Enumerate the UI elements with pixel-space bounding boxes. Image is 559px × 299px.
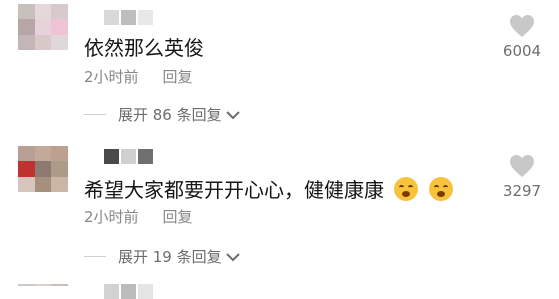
username-pixel <box>104 10 119 25</box>
username-blurred[interactable] <box>104 10 153 25</box>
avatar-pixel <box>51 176 68 192</box>
expand-replies[interactable]: 展开 86 条回复 <box>84 104 240 125</box>
expand-replies-button[interactable]: 展开 86 条回复 <box>118 104 240 125</box>
username-pixel <box>121 10 136 25</box>
avatar-pixel <box>18 146 35 162</box>
comment-time: 2小时前 <box>84 68 139 86</box>
avatar-pixel <box>34 146 52 162</box>
like-count: 3297 <box>502 182 542 200</box>
chevron-down-icon <box>225 110 240 119</box>
comment-meta: 2小时前 回复 <box>84 66 193 87</box>
avatar-pixel <box>18 176 35 192</box>
expand-replies-label: 展开 86 条回复 <box>118 106 222 124</box>
chevron-down-icon <box>225 252 240 261</box>
comment-meta: 2小时前 回复 <box>84 206 193 227</box>
username-blurred[interactable] <box>104 149 153 164</box>
avatar-pixel <box>51 146 68 162</box>
expand-replies-button[interactable]: 展开 19 条回复 <box>118 246 240 267</box>
avatar[interactable] <box>18 284 68 290</box>
comment-item <box>0 280 559 299</box>
avatar-pixel <box>18 161 35 177</box>
username-pixel <box>104 149 119 164</box>
avatar-pixel <box>34 4 52 20</box>
like-button[interactable]: 3297 <box>499 154 545 200</box>
avatar-pixel <box>34 176 52 192</box>
username-pixel <box>104 284 119 299</box>
divider <box>84 114 106 115</box>
avatar-pixel <box>34 34 52 50</box>
avatar-pixel <box>18 34 35 50</box>
comment-text: 希望大家都要开开心心，健健康康 <box>84 178 384 202</box>
avatar[interactable] <box>18 4 68 50</box>
heart-icon <box>510 15 534 37</box>
avatar-pixel <box>51 4 68 20</box>
expand-replies[interactable]: 展开 19 条回复 <box>84 246 240 267</box>
heart-icon <box>510 155 534 177</box>
avatar-pixel <box>18 284 35 286</box>
username-pixel <box>138 284 153 299</box>
avatar-pixel <box>18 4 35 20</box>
avatar-pixel <box>51 19 68 35</box>
avatar-pixel <box>34 284 52 286</box>
username-pixel <box>121 149 136 164</box>
comment-text: 依然那么英俊 <box>84 36 204 60</box>
avatar-pixel <box>34 19 52 35</box>
comment-item: 希望大家都要开开心心，健健康康 2小时前 回复 展开 19 条回复 3297 <box>0 140 559 280</box>
comment-time: 2小时前 <box>84 208 139 226</box>
username-pixel <box>121 284 136 299</box>
reply-button[interactable]: 回复 <box>163 66 193 87</box>
username-blurred[interactable] <box>104 284 153 299</box>
avatar-pixel <box>18 19 35 35</box>
tired-face-emoji-icon <box>428 177 453 201</box>
comment-item: 依然那么英俊 2小时前 回复 展开 86 条回复 6004 <box>0 0 559 140</box>
comment-text-row: 希望大家都要开开心心，健健康康 <box>84 174 453 203</box>
tired-face-emoji-icon <box>394 177 419 201</box>
like-count: 6004 <box>502 42 542 60</box>
username-pixel <box>138 10 153 25</box>
reply-button[interactable]: 回复 <box>163 206 193 227</box>
divider <box>84 256 106 257</box>
expand-replies-label: 展开 19 条回复 <box>118 248 222 266</box>
avatar-pixel <box>51 161 68 177</box>
avatar[interactable] <box>18 146 68 192</box>
avatar-pixel <box>51 34 68 50</box>
avatar-pixel <box>34 161 52 177</box>
avatar-pixel <box>51 284 68 286</box>
like-button[interactable]: 6004 <box>499 14 545 60</box>
username-pixel <box>138 149 153 164</box>
